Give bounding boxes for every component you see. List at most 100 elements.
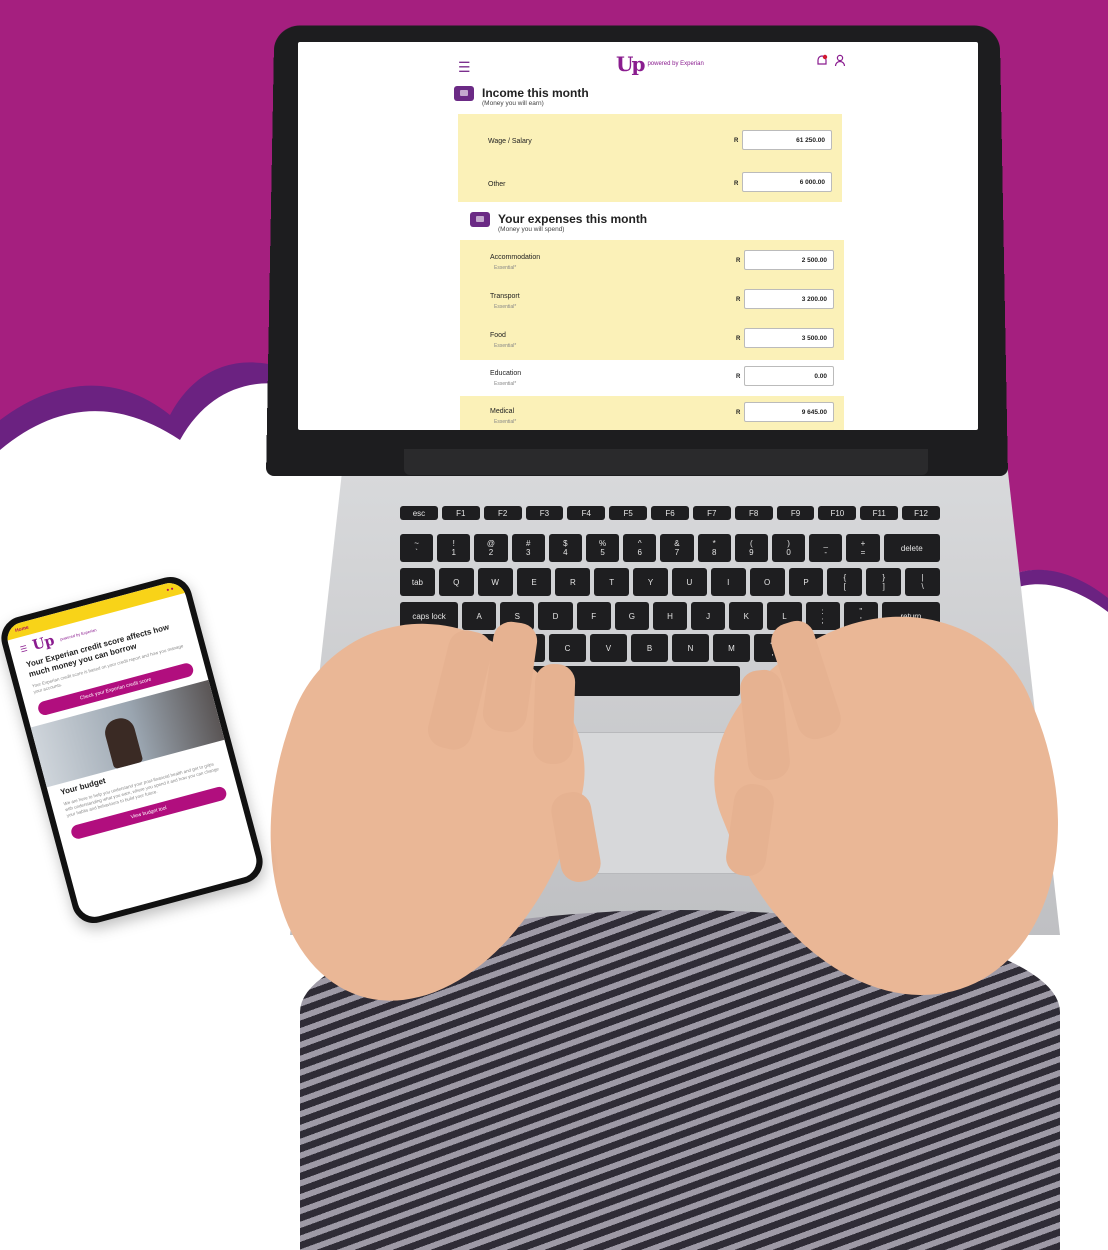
currency-label: R bbox=[736, 410, 741, 416]
keyboard-key[interactable]: O bbox=[749, 568, 785, 596]
keyboard-key[interactable]: U bbox=[672, 568, 707, 596]
keyboard-key[interactable]: C bbox=[548, 634, 586, 662]
currency-label: R bbox=[736, 336, 741, 342]
keyboard-key[interactable]: ! 1 bbox=[437, 534, 471, 562]
status-icons: ● ● bbox=[165, 585, 175, 594]
education-input[interactable]: 0.00 bbox=[744, 366, 834, 386]
menu-icon[interactable]: ☰ bbox=[458, 60, 471, 74]
keyboard-key[interactable]: _ - bbox=[809, 534, 843, 562]
keyboard-key[interactable]: } ] bbox=[866, 568, 902, 596]
brand: Up powered by Experian bbox=[616, 52, 704, 76]
wallet-out-icon bbox=[470, 212, 490, 227]
keyboard-key[interactable]: delete bbox=[883, 534, 940, 562]
expense-note: Essential* bbox=[494, 419, 517, 425]
medical-input[interactable]: 9 645.00 bbox=[744, 402, 834, 422]
expense-note: Essential* bbox=[494, 265, 517, 271]
keyboard-key[interactable]: I bbox=[710, 568, 746, 596]
keyboard-key[interactable]: V bbox=[589, 634, 627, 662]
keyboard-key[interactable]: F1 bbox=[441, 506, 480, 520]
keyboard-key[interactable]: ) 0 bbox=[771, 534, 806, 562]
other-income-input[interactable]: 6 000.00 bbox=[742, 172, 832, 192]
bell-icon[interactable] bbox=[816, 54, 828, 68]
keyboard-key[interactable]: B bbox=[630, 634, 668, 662]
laptop-hinge bbox=[404, 449, 928, 475]
currency-label: R bbox=[734, 138, 739, 144]
expense-note: Essential* bbox=[494, 381, 517, 387]
keyboard-key[interactable]: K bbox=[729, 602, 764, 630]
expense-label: Transport bbox=[490, 293, 520, 300]
person-photo bbox=[101, 715, 144, 770]
keyboard-key[interactable]: # 3 bbox=[511, 534, 545, 562]
keyboard-key[interactable]: N bbox=[672, 634, 709, 662]
keyboard-key[interactable]: { [ bbox=[827, 568, 863, 596]
user-icon[interactable] bbox=[834, 54, 846, 68]
wage-salary-input[interactable]: 61 250.00 bbox=[742, 130, 832, 150]
keyboard-key[interactable]: % 5 bbox=[585, 534, 620, 562]
keyboard-key[interactable]: A bbox=[462, 602, 497, 630]
keyboard-key[interactable]: F4 bbox=[567, 506, 606, 520]
expense-row-medical: Medical Essential* R 9 645.00 bbox=[460, 396, 844, 430]
expense-note: Essential* bbox=[494, 343, 517, 349]
keyboard-key[interactable]: F10 bbox=[818, 506, 857, 520]
transport-input[interactable]: 3 200.00 bbox=[744, 289, 834, 309]
keyboard-key[interactable]: F9 bbox=[776, 506, 815, 520]
keyboard-key[interactable]: F11 bbox=[860, 506, 899, 520]
income-section-header: Income this month (Money you will earn) bbox=[454, 86, 589, 107]
keyboard-key[interactable]: tab bbox=[400, 568, 435, 596]
expense-label: Education bbox=[490, 370, 522, 377]
keyboard-key[interactable]: H bbox=[652, 602, 688, 630]
menu-icon[interactable]: ☰ bbox=[19, 643, 28, 654]
keyboard-key[interactable]: R bbox=[555, 568, 591, 596]
left-finger bbox=[532, 663, 576, 765]
keyboard-key[interactable]: F bbox=[576, 602, 611, 630]
expense-label: Food bbox=[490, 332, 506, 339]
expense-label: Accommodation bbox=[490, 254, 541, 261]
app-header: ☰ Up powered by Experian bbox=[298, 42, 978, 88]
income-title: Income this month bbox=[482, 86, 589, 100]
keyboard-key[interactable]: P bbox=[788, 568, 824, 596]
keyboard-key[interactable]: D bbox=[538, 602, 573, 630]
keyboard-key[interactable]: M bbox=[713, 634, 750, 662]
keyboard-key[interactable]: : ; bbox=[805, 602, 840, 630]
keyboard-key[interactable]: E bbox=[516, 568, 552, 596]
expense-row-education: Education Essential* R 0.00 bbox=[460, 360, 844, 396]
keyboard-key[interactable]: | \ bbox=[905, 568, 940, 596]
keyboard-key[interactable]: ~ ` bbox=[400, 534, 434, 562]
income-rows: Wage / Salary R 61 250.00 Other R 6 000.… bbox=[458, 114, 842, 202]
keyboard-key[interactable]: Y bbox=[633, 568, 668, 596]
expense-note: Essential* bbox=[494, 304, 517, 310]
keyboard-key[interactable]: F12 bbox=[902, 506, 940, 520]
keyboard-key[interactable]: Q bbox=[438, 568, 474, 596]
status-badge: Home bbox=[14, 624, 30, 635]
keyboard-key[interactable]: G bbox=[614, 602, 649, 630]
brand-logo: Up bbox=[616, 52, 645, 76]
laptop-screen: ☰ Up powered by Experian Income this mon… bbox=[298, 42, 978, 430]
income-subtitle: (Money you will earn) bbox=[482, 100, 544, 107]
expenses-subtitle: (Money you will spend) bbox=[498, 226, 565, 233]
income-label: Other bbox=[488, 181, 506, 188]
keyboard-key[interactable]: esc bbox=[400, 506, 438, 520]
keyboard-key[interactable]: F3 bbox=[525, 506, 564, 520]
keyboard-key[interactable]: T bbox=[594, 568, 630, 596]
keyboard-key[interactable]: J bbox=[691, 602, 726, 630]
expense-rows-essential: Accommodation Essential* R 2 500.00 Tran… bbox=[460, 240, 844, 360]
accommodation-input[interactable]: 2 500.00 bbox=[744, 250, 834, 270]
keyboard-key[interactable]: ^ 6 bbox=[623, 534, 657, 562]
keyboard-key[interactable]: F8 bbox=[734, 506, 773, 520]
keyboard-key[interactable]: $ 4 bbox=[548, 534, 582, 562]
keyboard-key[interactable]: W bbox=[477, 568, 513, 596]
keyboard-key[interactable]: & 7 bbox=[660, 534, 694, 562]
phone-brand-logo: Up bbox=[30, 632, 57, 654]
keyboard-key[interactable]: + = bbox=[846, 534, 880, 562]
currency-label: R bbox=[734, 181, 739, 187]
currency-label: R bbox=[736, 258, 741, 264]
keyboard-key[interactable]: F6 bbox=[651, 506, 689, 520]
keyboard-key[interactable]: @ 2 bbox=[474, 534, 508, 562]
keyboard-key[interactable]: ( 9 bbox=[734, 534, 768, 562]
keyboard-key[interactable]: F7 bbox=[692, 506, 731, 520]
keyboard-key[interactable]: * 8 bbox=[697, 534, 731, 562]
currency-label: R bbox=[736, 374, 741, 380]
keyboard-key[interactable]: F2 bbox=[483, 506, 522, 520]
keyboard-key[interactable]: F5 bbox=[609, 506, 648, 520]
food-input[interactable]: 3 500.00 bbox=[744, 328, 834, 348]
